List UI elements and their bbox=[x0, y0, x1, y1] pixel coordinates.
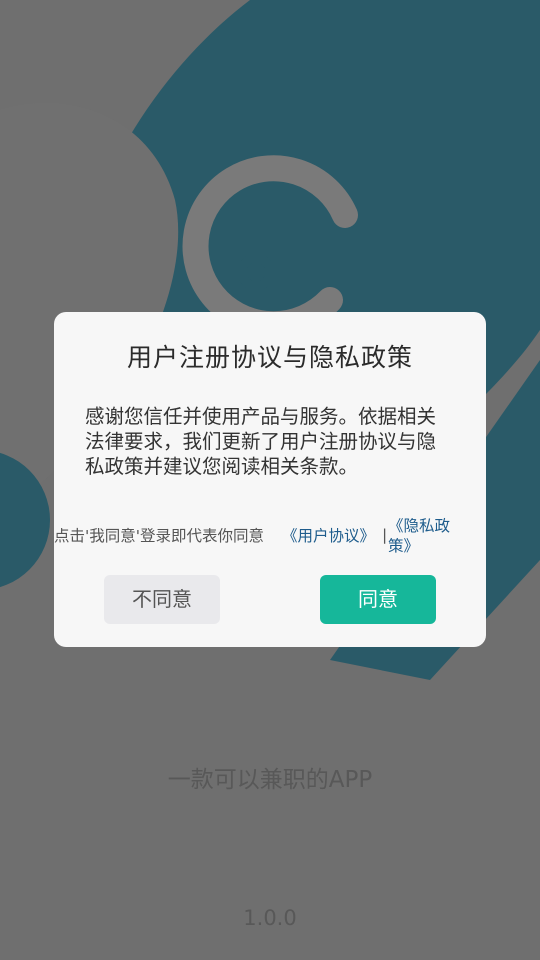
user-agreement-link[interactable]: 《用户协议》 bbox=[282, 524, 375, 546]
privacy-dialog: 用户注册协议与隐私政策 感谢您信任并使用产品与服务。依据相关法律要求，我们更新了… bbox=[54, 312, 486, 647]
dialog-title: 用户注册协议与隐私政策 bbox=[126, 343, 413, 372]
privacy-policy-link[interactable]: 《隐私政策》 bbox=[388, 516, 468, 556]
agree-button[interactable]: 同意 bbox=[320, 575, 436, 624]
app-version: 1.0.0 bbox=[243, 906, 297, 930]
consent-prefix: 点击'我同意'登录即代表你同意 bbox=[54, 527, 265, 545]
consent-line: 点击'我同意'登录即代表你同意 《用户协议》 | 《隐私政策》 bbox=[54, 516, 486, 560]
app-slogan: 一款可以兼职的APP bbox=[167, 767, 373, 793]
dialog-body-text: 感谢您信任并使用产品与服务。依据相关法律要求，我们更新了用户注册协议与隐私政策并… bbox=[85, 405, 437, 478]
disagree-button[interactable]: 不同意 bbox=[104, 575, 220, 624]
link-separator: | bbox=[382, 526, 388, 544]
